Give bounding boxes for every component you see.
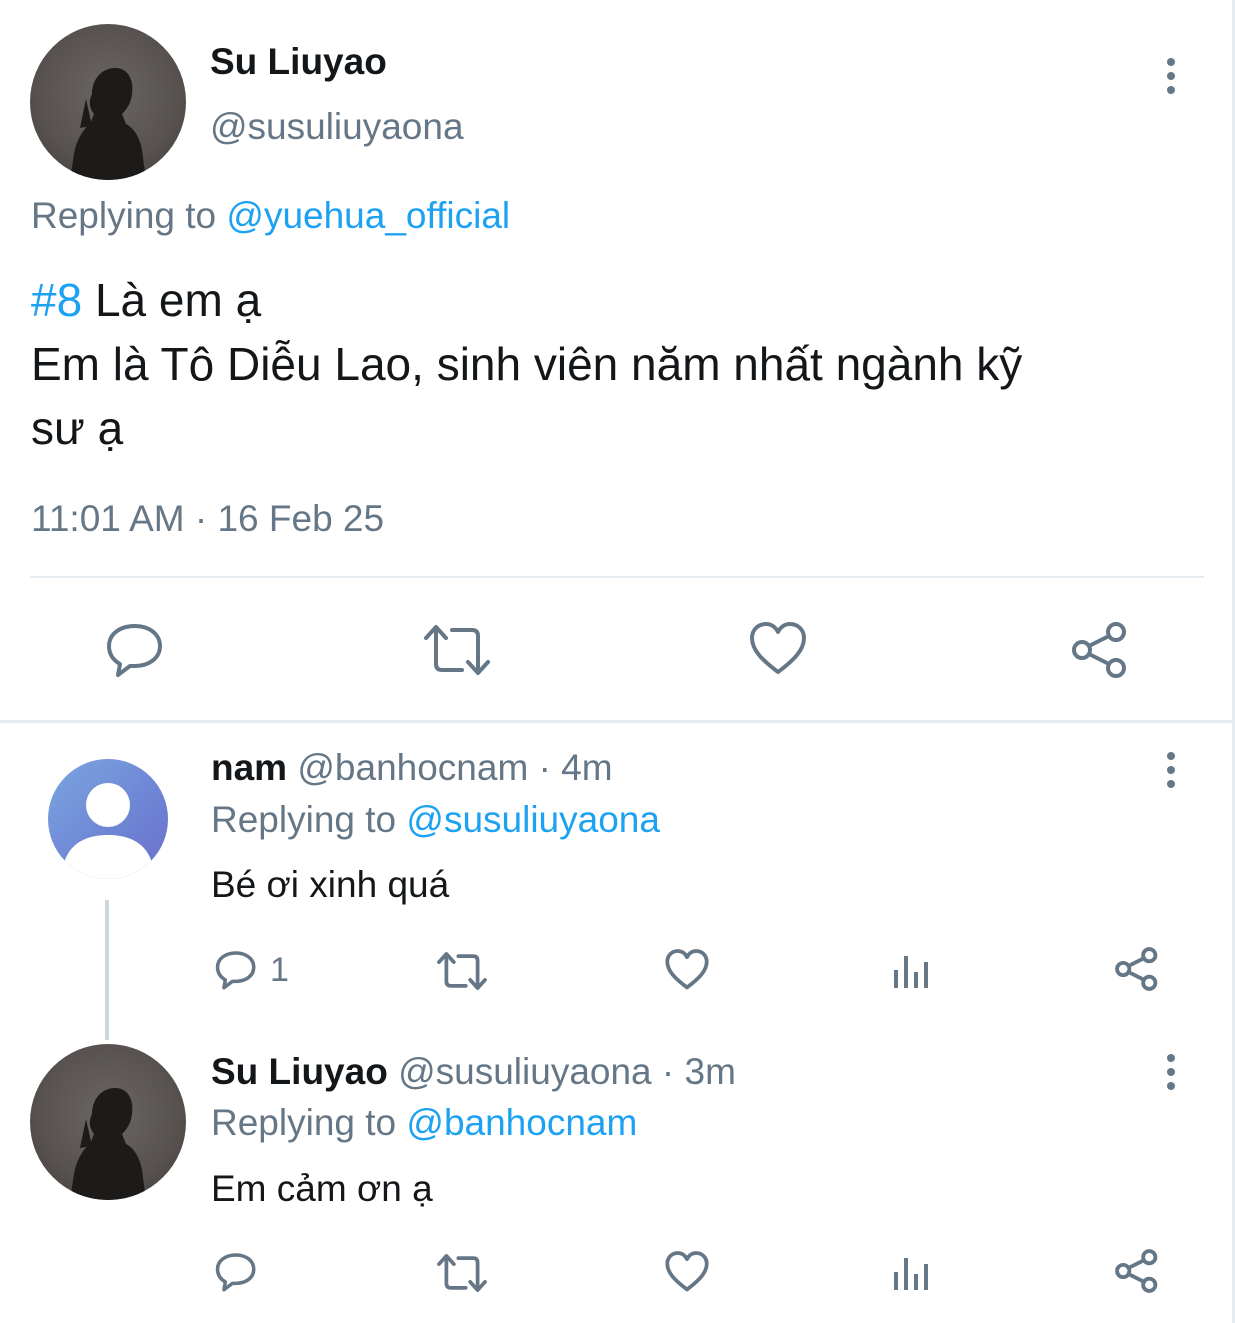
retweet-button[interactable] bbox=[436, 1252, 488, 1294]
tweet-timestamp[interactable]: 11:01 AM · 16 Feb 25 bbox=[31, 497, 384, 541]
replying-to-link[interactable]: @yuehua_official bbox=[226, 195, 510, 236]
analytics-button[interactable] bbox=[892, 950, 932, 990]
more-options-button[interactable] bbox=[1167, 58, 1175, 100]
avatar[interactable] bbox=[30, 1044, 186, 1200]
replying-to-label: Replying to bbox=[31, 195, 217, 236]
replying-to-link[interactable]: @banhocnam bbox=[406, 1102, 637, 1143]
reply-button[interactable] bbox=[104, 620, 166, 680]
replying-to-line: Replying to @yuehua_official bbox=[31, 194, 510, 238]
reply-time[interactable]: · 4m bbox=[539, 747, 613, 788]
reply-count: 1 bbox=[270, 951, 289, 989]
hashtag-link[interactable]: #8 bbox=[31, 274, 82, 326]
share-button[interactable] bbox=[1070, 620, 1130, 680]
like-button[interactable] bbox=[664, 1250, 710, 1294]
replying-to-link[interactable]: @susuliuyaona bbox=[406, 799, 660, 840]
reply-header: nam @banhocnam · 4m bbox=[211, 746, 613, 790]
analytics-icon bbox=[894, 956, 928, 988]
reply-text: Em cảm ơn ạ bbox=[211, 1168, 433, 1209]
share-button[interactable] bbox=[1114, 1248, 1160, 1294]
like-button[interactable] bbox=[748, 620, 808, 678]
share-icon bbox=[1115, 947, 1158, 991]
heart-icon bbox=[665, 1251, 709, 1292]
avatar-silhouette bbox=[70, 68, 146, 180]
retweet-button[interactable] bbox=[422, 622, 492, 678]
reply-text: Bé ơi xinh quá bbox=[211, 864, 450, 905]
replying-to-label: Replying to bbox=[211, 799, 397, 840]
analytics-icon bbox=[894, 1258, 928, 1290]
divider bbox=[0, 720, 1235, 723]
retweet-button[interactable] bbox=[436, 950, 488, 992]
share-button[interactable] bbox=[1114, 946, 1160, 992]
more-vertical-icon bbox=[1167, 1054, 1175, 1062]
reply-author-name[interactable]: nam bbox=[211, 747, 287, 788]
reply-button[interactable]: 1 bbox=[214, 948, 289, 992]
tweet-text-line3: sư ạ bbox=[31, 402, 124, 454]
reply-icon bbox=[107, 624, 162, 677]
reply-author-name[interactable]: Su Liuyao bbox=[211, 1051, 388, 1092]
tweet-text-line1: Là em ạ bbox=[82, 274, 262, 326]
reply-author-handle[interactable]: @susuliuyaona bbox=[398, 1051, 652, 1092]
share-icon bbox=[1115, 1249, 1158, 1293]
retweet-icon bbox=[424, 625, 490, 675]
replying-to-label: Replying to bbox=[211, 1102, 397, 1143]
share-icon bbox=[1072, 622, 1126, 678]
reply-author-handle[interactable]: @banhocnam bbox=[297, 747, 528, 788]
analytics-button[interactable] bbox=[892, 1252, 932, 1292]
avatar-silhouette bbox=[70, 1088, 146, 1200]
reply-icon bbox=[215, 1253, 256, 1292]
replying-to-line: Replying to @susuliuyaona bbox=[211, 798, 660, 842]
tweet-text: #8 Là em ạ Em là Tô Diễu Lao, sinh viên … bbox=[31, 268, 1022, 460]
avatar[interactable] bbox=[48, 759, 168, 879]
author-handle[interactable]: @susuliuyaona bbox=[210, 105, 464, 149]
reply-button[interactable] bbox=[214, 1250, 258, 1294]
reply-icon bbox=[215, 951, 256, 990]
reply-header: Su Liuyao @susuliuyaona · 3m bbox=[211, 1050, 736, 1094]
more-vertical-icon bbox=[1167, 58, 1175, 66]
heart-icon bbox=[665, 949, 709, 990]
default-user-icon bbox=[62, 783, 154, 879]
avatar[interactable] bbox=[30, 24, 186, 180]
heart-icon bbox=[750, 622, 806, 674]
more-vertical-icon bbox=[1167, 752, 1175, 760]
more-options-button[interactable] bbox=[1167, 752, 1175, 794]
retweet-icon bbox=[437, 952, 487, 990]
replying-to-line: Replying to @banhocnam bbox=[211, 1101, 637, 1145]
divider bbox=[30, 576, 1204, 578]
author-name[interactable]: Su Liuyao bbox=[210, 40, 387, 84]
retweet-icon bbox=[437, 1254, 487, 1292]
reply-time[interactable]: · 3m bbox=[662, 1051, 736, 1092]
tweet-text-line2: Em là Tô Diễu Lao, sinh viên năm nhất ng… bbox=[31, 338, 1023, 390]
more-options-button[interactable] bbox=[1167, 1054, 1175, 1096]
like-button[interactable] bbox=[664, 948, 710, 992]
thread-line bbox=[105, 900, 109, 1040]
